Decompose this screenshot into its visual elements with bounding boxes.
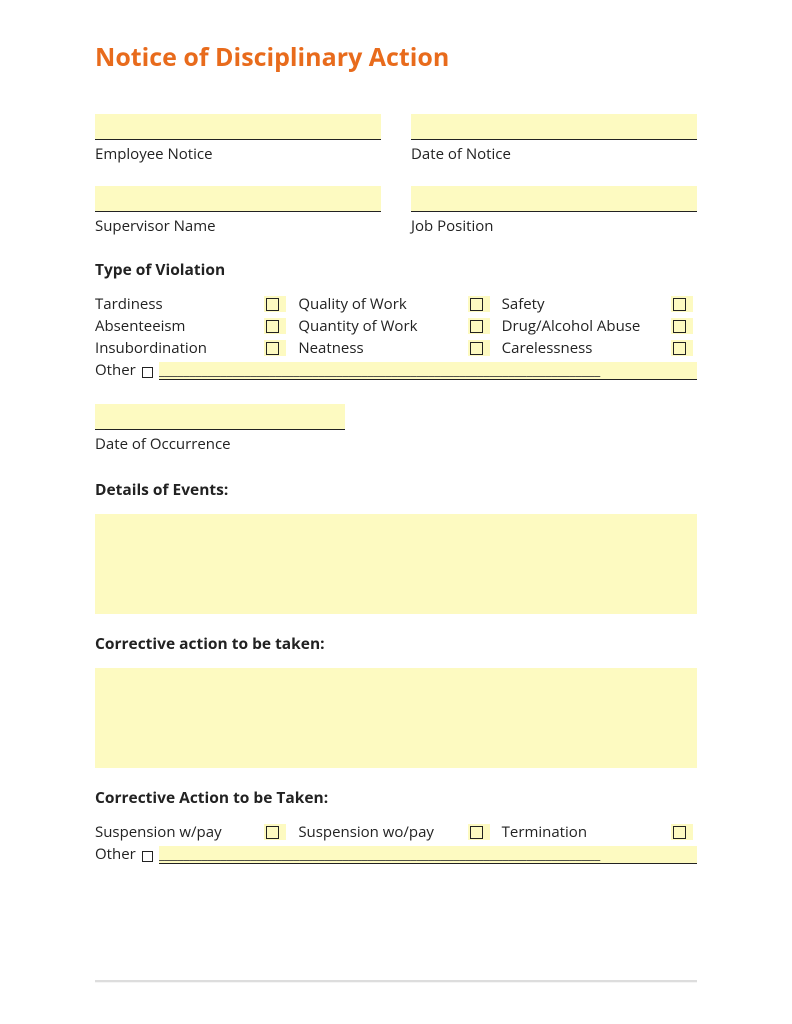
date-of-notice-input[interactable] [411,114,697,140]
job-position-input[interactable] [411,186,697,212]
violation-label: Carelessness [502,338,671,358]
corrective-label: Termination [502,822,671,842]
checkbox-carelessness[interactable] [671,340,693,356]
checkbox-quality-of-work[interactable] [468,296,490,312]
checkbox-insubordination[interactable] [264,340,286,356]
job-position-label: Job Position [411,216,697,236]
checkbox-suspension-wo-pay[interactable] [468,824,490,840]
date-of-notice-label: Date of Notice [411,144,697,164]
violation-other-label: Other [95,360,136,380]
corrective-action-heading-2: Corrective Action to be Taken: [95,786,697,808]
supervisor-name-label: Supervisor Name [95,216,381,236]
checkbox-termination[interactable] [671,824,693,840]
checkbox-safety[interactable] [671,296,693,312]
violation-label: Tardiness [95,294,264,314]
employee-notice-label: Employee Notice [95,144,381,164]
checkbox-suspension-w-pay[interactable] [264,824,286,840]
corrective-actions-grid: Suspension w/pay Suspension wo/pay Termi… [95,822,697,842]
violation-label: Insubordination [95,338,264,358]
corrective-label: Suspension w/pay [95,822,264,842]
corrective-action-input[interactable] [95,668,697,768]
details-of-events-input[interactable] [95,514,697,614]
checkbox-violation-other[interactable] [142,367,153,378]
violation-label: Quality of Work [298,294,467,314]
violation-other-input[interactable] [159,362,697,380]
footer-divider [95,980,697,982]
violation-label: Absenteeism [95,316,264,336]
checkbox-neatness[interactable] [468,340,490,356]
corrective-action-heading-1: Corrective action to be taken: [95,632,697,654]
violations-grid: Tardiness Quality of Work Safety Absente… [95,294,697,358]
violation-label: Drug/Alcohol Abuse [502,316,671,336]
violation-label: Neatness [298,338,467,358]
date-of-occurrence-label: Date of Occurrence [95,434,697,454]
checkbox-tardiness[interactable] [264,296,286,312]
corrective-other-input[interactable] [159,846,697,864]
type-of-violation-heading: Type of Violation [95,258,697,280]
checkbox-quantity-of-work[interactable] [468,318,490,334]
violation-label: Quantity of Work [298,316,467,336]
violation-label: Safety [502,294,671,314]
checkbox-absenteeism[interactable] [264,318,286,334]
date-of-occurrence-input[interactable] [95,404,345,430]
employee-notice-input[interactable] [95,114,381,140]
corrective-label: Suspension wo/pay [298,822,467,842]
details-of-events-heading: Details of Events: [95,478,697,500]
supervisor-name-input[interactable] [95,186,381,212]
page-title: Notice of Disciplinary Action [95,40,697,74]
corrective-other-label: Other [95,844,136,864]
checkbox-corrective-other[interactable] [142,851,153,862]
checkbox-drug-alcohol-abuse[interactable] [671,318,693,334]
